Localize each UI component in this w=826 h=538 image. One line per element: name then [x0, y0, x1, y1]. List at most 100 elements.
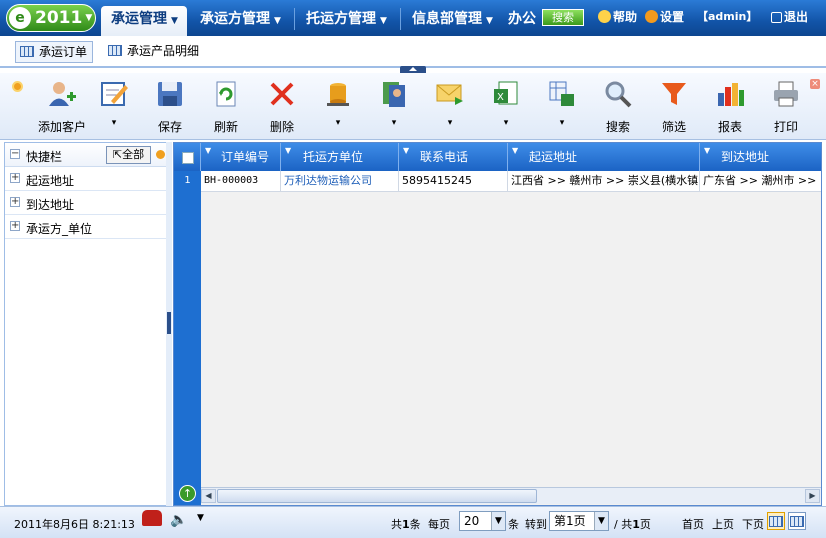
- scroll-right-icon[interactable]: ▶: [805, 489, 820, 503]
- row-number: 1: [174, 171, 201, 192]
- quickbar-item-label: 起运地址: [26, 174, 75, 188]
- expand-icon[interactable]: +: [10, 173, 20, 183]
- toolbar-label: 刷新: [213, 120, 238, 134]
- close-icon[interactable]: ×: [810, 79, 820, 89]
- chevron-down-icon: ▼: [380, 16, 387, 26]
- nav-tab-office[interactable]: 办公: [498, 6, 540, 36]
- search-button[interactable]: 搜索: [598, 75, 638, 137]
- chevron-down-icon[interactable]: ▼: [704, 143, 710, 165]
- mail-dropdown-button[interactable]: ▾: [428, 75, 472, 137]
- column-label: 联系电话: [420, 150, 469, 164]
- nav-divider: [294, 8, 295, 30]
- select-all-checkbox[interactable]: [182, 152, 194, 164]
- excel-export-dropdown-button[interactable]: X ▾: [488, 75, 524, 137]
- save-button[interactable]: 保存: [150, 75, 190, 137]
- search-icon: [605, 81, 632, 108]
- save-icon: [158, 82, 182, 106]
- gear-icon: [645, 10, 658, 23]
- quickbar-item-carrier-unit[interactable]: + 承运方_单位: [5, 215, 166, 239]
- chevron-down-icon: ▾: [503, 118, 509, 128]
- cell-shipper[interactable]: 万利达物运输公司: [281, 171, 399, 192]
- panel-splitter[interactable]: [166, 142, 172, 506]
- nav-tab-label: 办公: [508, 11, 536, 27]
- table-row[interactable]: 1 BH-000003 万利达物运输公司 5895415245 江西省 >> 赣…: [174, 171, 821, 192]
- chevron-down-icon: ▼: [491, 512, 505, 530]
- collapse-icon[interactable]: −: [10, 149, 20, 159]
- column-header-phone[interactable]: ▼ 联系电话: [399, 143, 508, 171]
- expand-icon[interactable]: +: [10, 197, 20, 207]
- speaker-icon[interactable]: 🔈: [170, 512, 187, 528]
- list-view-button[interactable]: [788, 512, 806, 530]
- gear-icon[interactable]: [156, 150, 165, 159]
- table-icon: [20, 46, 34, 57]
- nav-tab-label: 托运方管理: [306, 11, 376, 27]
- print-button[interactable]: 打印: [766, 75, 806, 137]
- chevron-down-icon[interactable]: ▼: [205, 143, 211, 165]
- quickbar-header: − 快捷栏 ⇱全部: [5, 143, 166, 167]
- nav-tab-carrier-party[interactable]: 承运方管理 ▼: [190, 6, 292, 36]
- goto-label: 转到: [525, 518, 547, 531]
- scrollbar-thumb[interactable]: [217, 489, 537, 503]
- horizontal-scrollbar[interactable]: ◀ ▶: [201, 487, 821, 504]
- page-select-value: 第1页: [554, 514, 586, 528]
- help-link[interactable]: 帮助: [598, 8, 637, 25]
- nav-tab-info-dept[interactable]: 信息部管理 ▼: [402, 6, 506, 36]
- excel-export-icon: X: [494, 81, 518, 105]
- nav-tab-label: 承运方管理: [200, 11, 270, 27]
- cell-destination[interactable]: 广东省 >> 潮州市 >>: [700, 171, 821, 192]
- scroll-top-icon[interactable]: ↑: [179, 485, 196, 502]
- excel-import-dropdown-button[interactable]: ▾: [544, 75, 580, 137]
- top-search-button[interactable]: 搜索: [542, 9, 584, 26]
- logout-link[interactable]: 退出: [771, 8, 808, 25]
- collapse-header-toggle[interactable]: [400, 66, 426, 73]
- expand-all-button[interactable]: ⇱全部: [106, 146, 151, 164]
- chevron-down-icon[interactable]: ▼: [512, 143, 518, 165]
- gear-icon[interactable]: [12, 81, 23, 92]
- quickbar-item-origin[interactable]: + 起运地址: [5, 167, 166, 191]
- first-page-link[interactable]: 首页: [682, 516, 704, 532]
- per-page-select[interactable]: 20 ▼: [459, 511, 506, 531]
- chevron-down-icon: ▼: [171, 16, 178, 26]
- expand-icon[interactable]: +: [10, 221, 20, 231]
- scroll-left-icon[interactable]: ◀: [201, 489, 216, 503]
- settings-link[interactable]: 设置: [645, 8, 684, 25]
- edit-dropdown-button[interactable]: ▾: [96, 75, 132, 137]
- chevron-down-icon[interactable]: ▼: [403, 143, 409, 165]
- contacts-dropdown-button[interactable]: ▾: [376, 75, 412, 137]
- subtab-carrier-orders[interactable]: 承运订单: [15, 41, 94, 63]
- top-nav-bar: e 2011 ▼ 承运管理 ▼ 承运方管理 ▼ 托运方管理 ▼ 信息部管理 ▼ 办公 搜…: [0, 0, 826, 36]
- refresh-button[interactable]: 刷新: [206, 75, 246, 137]
- chevron-down-icon[interactable]: ▼: [197, 513, 204, 523]
- column-header-origin[interactable]: ▼ 起运地址: [508, 143, 700, 171]
- cell-origin[interactable]: 江西省 >> 赣州市 >> 崇义县(横水镇): [508, 171, 700, 192]
- chevron-down-icon[interactable]: ▼: [285, 143, 291, 165]
- next-page-link[interactable]: 下页: [742, 516, 764, 532]
- database-dropdown-button[interactable]: ▾: [320, 75, 356, 137]
- page-select[interactable]: 第1页 ▼: [549, 511, 609, 531]
- nav-tab-carrier-management[interactable]: 承运管理 ▼: [101, 6, 187, 36]
- nav-tab-shipper-party[interactable]: 托运方管理 ▼: [296, 6, 398, 36]
- column-header-order-no[interactable]: ▼ 订单编号: [201, 143, 281, 171]
- settings-label: 设置: [660, 10, 685, 24]
- mail-icon: [436, 84, 463, 105]
- column-header-shipper[interactable]: ▼ 托运方单位: [281, 143, 399, 171]
- add-user-icon: [49, 82, 76, 106]
- total-prefix: 共: [391, 518, 402, 531]
- grid-header: ▼ 订单编号 ▼ 托运方单位 ▼ 联系电话 ▼ 起运地址 ▼ 到达地址: [174, 143, 821, 171]
- status-bar: 2011年8月6日 8:21:13 🔈 ▼ 共1条 每页 20 ▼ 条 转到 第1…: [0, 506, 826, 538]
- quickbar-item-destination[interactable]: + 到达地址: [5, 191, 166, 215]
- cell-order-no[interactable]: BH-000003: [201, 171, 281, 192]
- add-customer-button[interactable]: 添加客户: [30, 75, 94, 137]
- grid-view-button[interactable]: [767, 512, 785, 530]
- quickbar-item-label: 到达地址: [26, 198, 75, 212]
- subtab-carrier-product-detail[interactable]: 承运产品明细: [104, 41, 204, 63]
- prev-page-link[interactable]: 上页: [712, 516, 734, 532]
- column-header-destination[interactable]: ▼ 到达地址: [700, 143, 821, 171]
- report-button[interactable]: 报表: [710, 75, 750, 137]
- filter-button[interactable]: 筛选: [654, 75, 694, 137]
- cell-phone[interactable]: 5895415245: [399, 171, 508, 192]
- total-count: 1: [402, 518, 410, 531]
- app-logo[interactable]: e 2011 ▼: [6, 4, 96, 32]
- phone-icon[interactable]: [142, 510, 162, 526]
- delete-button[interactable]: 删除: [262, 75, 302, 137]
